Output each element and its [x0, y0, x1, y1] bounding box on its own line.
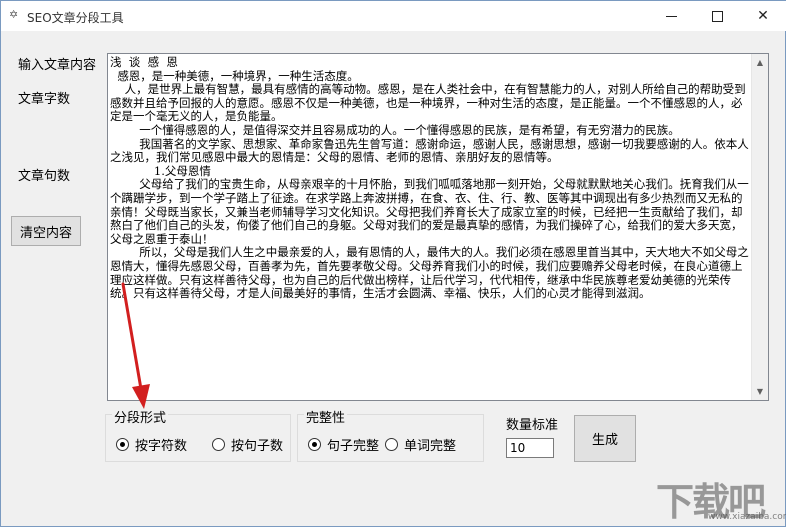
radio-sentence-complete-indicator[interactable] [308, 438, 321, 451]
radio-word-complete-label: 单词完整 [404, 439, 457, 454]
vertical-scrollbar[interactable]: ▲ ▼ [751, 54, 768, 400]
article-textarea[interactable]: 浅 谈 感 恩 感恩，是一种美德，一种境界，一种生活态度。 人，是世界上最有智慧… [107, 53, 769, 401]
radio-sentence-complete-label: 句子完整 [327, 439, 380, 454]
sentence-count-label: 文章句数 [18, 169, 71, 184]
radio-word-complete-indicator[interactable] [385, 438, 398, 451]
segment-mode-legend: 分段形式 [112, 407, 169, 426]
radio-sentence-complete[interactable]: 句子完整 [308, 435, 379, 454]
completeness-group: 完整性 句子完整 单词完整 [297, 407, 484, 462]
watermark-url: www.xiazaiba.com [708, 512, 786, 522]
radio-by-sentences[interactable]: 按句子数 [212, 435, 283, 454]
radio-by-chars[interactable]: 按字符数 [116, 435, 187, 454]
minimize-icon [665, 15, 677, 17]
completeness-legend: 完整性 [304, 407, 348, 426]
maximize-button[interactable] [694, 1, 740, 31]
input-label: 输入文章内容 [18, 58, 97, 73]
app-window: ✡ SEO文章分段工具 ✕ 输入文章内容 文章字数 文章句数 清空内容 浅 谈 … [0, 0, 786, 527]
radio-by-chars-label: 按字符数 [135, 439, 188, 454]
watermark-logo: 下载吧 www.xiazaiba.com [656, 471, 786, 524]
article-text[interactable]: 浅 谈 感 恩 感恩，是一种美德，一种境界，一种生活态度。 人，是世界上最有智慧… [110, 56, 750, 398]
scroll-up-icon[interactable]: ▲ [752, 54, 768, 71]
segment-mode-group: 分段形式 按字符数 按句子数 [105, 407, 291, 462]
close-button[interactable]: ✕ [740, 1, 786, 31]
app-icon: ✡ [9, 8, 19, 21]
maximize-icon [711, 10, 723, 22]
minimize-button[interactable] [648, 1, 694, 31]
radio-by-sentences-indicator[interactable] [212, 438, 225, 451]
generate-button[interactable]: 生成 [574, 415, 636, 462]
char-count-label: 文章字数 [18, 92, 71, 107]
count-standard-input[interactable]: 10 [506, 438, 554, 458]
scroll-down-icon[interactable]: ▼ [752, 383, 768, 400]
radio-by-chars-indicator[interactable] [116, 438, 129, 451]
radio-by-sentences-label: 按句子数 [231, 439, 284, 454]
title-bar[interactable]: ✡ SEO文章分段工具 ✕ [1, 1, 786, 31]
count-standard-label: 数量标准 [506, 418, 559, 433]
clear-button[interactable]: 清空内容 [11, 216, 81, 246]
radio-word-complete[interactable]: 单词完整 [385, 435, 456, 454]
window-title: SEO文章分段工具 [27, 11, 124, 25]
close-icon: ✕ [757, 8, 769, 24]
